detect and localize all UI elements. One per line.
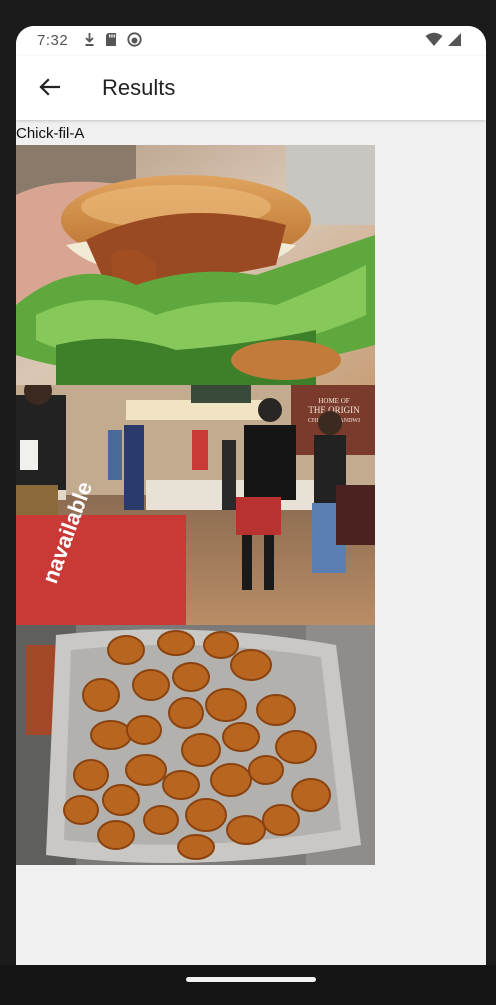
wifi-icon	[425, 32, 443, 51]
restaurant-photo-nuggets[interactable]	[16, 625, 375, 865]
home-gesture-handle[interactable]	[186, 977, 316, 982]
status-time: 7:32	[37, 32, 69, 49]
restaurant-name: Chick-fil-A	[16, 125, 85, 142]
status-icons-right	[425, 32, 462, 51]
phone-screen: 7:32 Results Chick-fil-A HOME OF THE ORI…	[16, 26, 486, 965]
restaurant-photo-sandwich[interactable]	[16, 145, 375, 385]
signal-icon	[447, 32, 462, 51]
sd-card-icon	[105, 32, 117, 51]
restaurant-photo-interior[interactable]: HOME OF THE ORIGIN CHICKEN SANDWI navail…	[16, 385, 375, 625]
device-frame: 7:32 Results Chick-fil-A HOME OF THE ORI…	[0, 0, 496, 1005]
arrow-left-icon	[38, 77, 61, 101]
status-bar: 7:32	[16, 26, 486, 56]
navigation-bar	[0, 965, 496, 1005]
sign-line-1: HOME OF	[318, 397, 349, 405]
download-icon	[84, 32, 95, 51]
app-bar: Results	[16, 56, 486, 120]
page-title: Results	[102, 75, 176, 100]
sync-icon	[127, 32, 142, 51]
back-button[interactable]	[30, 70, 68, 108]
status-icons-left	[84, 32, 142, 51]
